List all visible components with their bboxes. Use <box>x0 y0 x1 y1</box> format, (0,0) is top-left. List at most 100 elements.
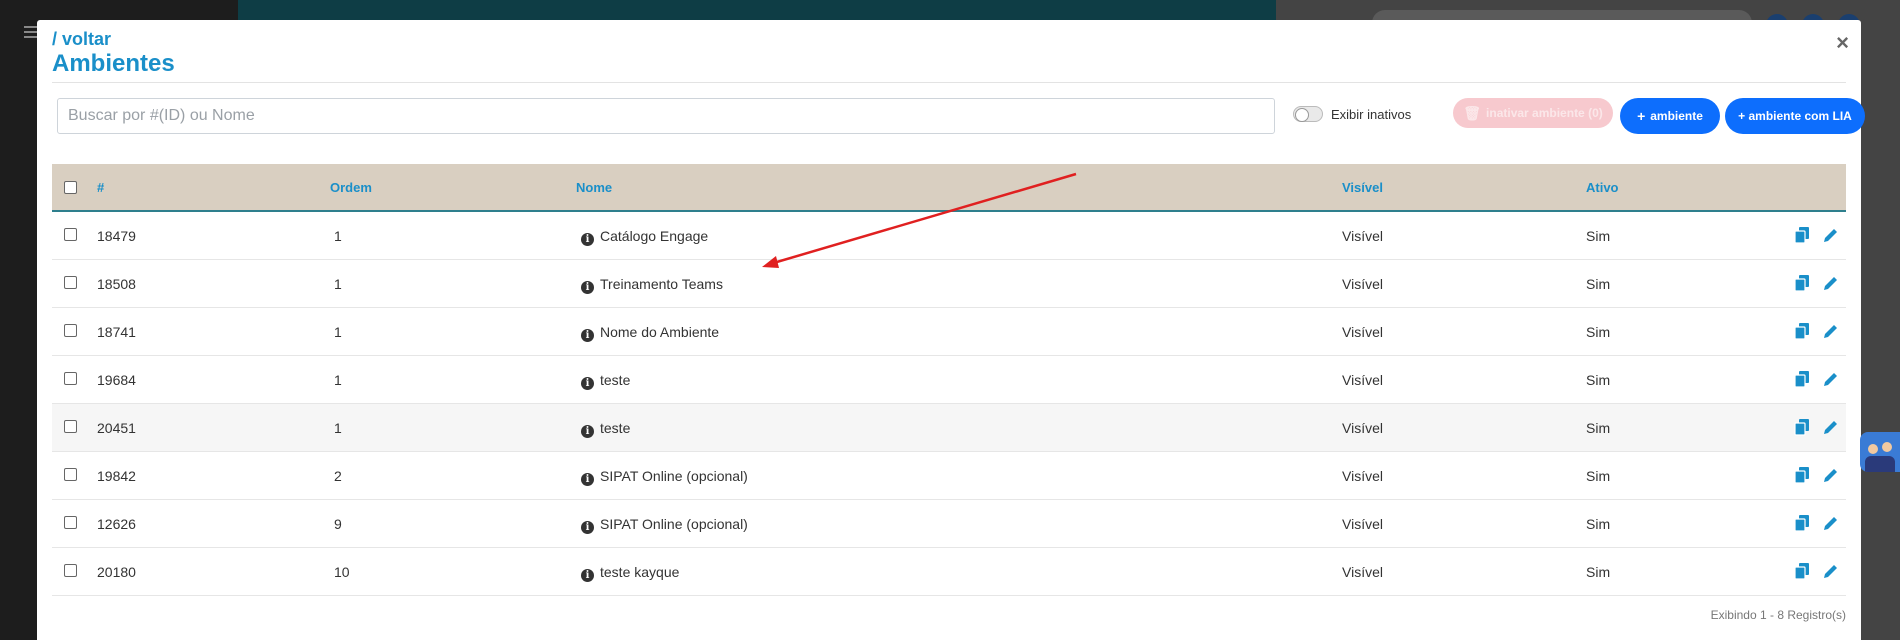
add-environment-button[interactable]: + ambiente <box>1620 98 1720 134</box>
info-icon[interactable]: i <box>581 329 594 342</box>
edit-icon[interactable] <box>1822 226 1838 244</box>
header-divider <box>52 82 1846 83</box>
cell-name: i Nome do Ambiente <box>581 323 719 342</box>
edit-icon[interactable] <box>1822 418 1838 436</box>
row-checkbox[interactable] <box>64 468 77 481</box>
info-icon[interactable]: i <box>581 377 594 390</box>
cell-name-text: Nome do Ambiente <box>600 324 720 340</box>
cell-active: Sim <box>1586 276 1611 292</box>
cell-visible: Visível <box>1342 372 1383 388</box>
info-icon[interactable]: i <box>581 569 594 582</box>
trash-icon: 🗑 <box>1463 104 1482 121</box>
row-checkbox[interactable] <box>64 228 77 241</box>
edit-icon[interactable] <box>1822 322 1838 340</box>
edit-icon[interactable] <box>1822 274 1838 292</box>
cell-id: 19684 <box>97 372 136 388</box>
cell-name: i Treinamento Teams <box>581 275 723 294</box>
info-icon[interactable]: i <box>581 473 594 486</box>
add-environment-label: ambiente <box>1650 109 1703 123</box>
row-checkbox[interactable] <box>64 564 77 577</box>
row-checkbox[interactable] <box>64 276 77 289</box>
page-title: Ambientes <box>52 50 175 77</box>
cell-active: Sim <box>1586 564 1611 580</box>
cell-name: i teste <box>581 371 630 390</box>
table-row: 12626 9 i SIPAT Online (opcional) Visível Sim <box>52 500 1846 548</box>
copy-icon[interactable] <box>1794 466 1810 484</box>
table-body: 18479 1 i Catálogo Engage Visível Sim 18508 1 i T… <box>52 212 1846 548</box>
search-input[interactable] <box>57 98 1275 134</box>
cell-visible: Visível <box>1342 564 1383 580</box>
show-inactive-toggle[interactable] <box>1293 106 1323 122</box>
cell-visible: Visível <box>1342 420 1383 436</box>
copy-icon[interactable] <box>1794 370 1810 388</box>
close-icon[interactable]: × <box>1836 32 1849 54</box>
col-header-name[interactable]: Nome <box>576 180 612 195</box>
plus-icon: + <box>1637 108 1646 124</box>
edit-icon[interactable] <box>1822 562 1838 580</box>
cell-visible: Visível <box>1342 228 1383 244</box>
col-header-visible[interactable]: Visível <box>1342 180 1383 195</box>
copy-icon[interactable] <box>1794 322 1810 340</box>
cell-id: 12626 <box>97 516 136 532</box>
cell-name: i Catálogo Engage <box>581 227 708 246</box>
inactivate-environment-label: inativar ambiente (0) <box>1486 106 1603 120</box>
back-link[interactable]: / voltar <box>52 28 175 50</box>
environments-modal: / voltar Ambientes × Exibir inativos 🗑 i… <box>37 20 1865 640</box>
cell-order: 10 <box>334 564 350 580</box>
edit-icon[interactable] <box>1822 370 1838 388</box>
cell-visible: Visível <box>1342 516 1383 532</box>
edit-icon[interactable] <box>1822 514 1838 532</box>
cell-id: 19842 <box>97 468 136 484</box>
cell-order: 9 <box>334 516 342 532</box>
toolbar: Exibir inativos 🗑 inativar ambiente (0) … <box>57 98 1865 134</box>
info-icon[interactable]: i <box>581 281 594 294</box>
cell-active: Sim <box>1586 420 1611 436</box>
cell-id: 18479 <box>97 228 136 244</box>
copy-icon[interactable] <box>1794 562 1810 580</box>
copy-icon[interactable] <box>1794 514 1810 532</box>
copy-icon[interactable] <box>1794 418 1810 436</box>
background-banner <box>238 0 1276 22</box>
edit-icon[interactable] <box>1822 466 1838 484</box>
assistant-avatar[interactable] <box>1860 432 1900 472</box>
cell-name: i SIPAT Online (opcional) <box>581 467 748 486</box>
add-environment-lia-button[interactable]: + ambiente com LIA <box>1725 98 1865 134</box>
cell-visible: Visível <box>1342 276 1383 292</box>
table-row: 18508 1 i Treinamento Teams Visível Sim <box>52 260 1846 308</box>
row-checkbox[interactable] <box>64 420 77 433</box>
menu-icon <box>24 26 38 38</box>
info-icon[interactable]: i <box>581 425 594 438</box>
inactivate-environment-button[interactable]: 🗑 inativar ambiente (0) <box>1453 98 1613 128</box>
cell-active: Sim <box>1586 228 1611 244</box>
cell-active: Sim <box>1586 468 1611 484</box>
col-header-id[interactable]: # <box>97 180 104 195</box>
cell-order: 1 <box>334 420 342 436</box>
cell-active: Sim <box>1586 516 1611 532</box>
select-all-checkbox[interactable] <box>64 181 77 194</box>
cell-visible: Visível <box>1342 468 1383 484</box>
cell-order: 1 <box>334 276 342 292</box>
cell-active: Sim <box>1586 324 1611 340</box>
modal-header: / voltar Ambientes <box>52 28 175 78</box>
add-environment-lia-label: + ambiente com LIA <box>1738 109 1852 123</box>
row-checkbox[interactable] <box>64 372 77 385</box>
cell-name-text: Catálogo Engage <box>600 228 709 244</box>
copy-icon[interactable] <box>1794 274 1810 292</box>
records-count: Exibindo 1 - 8 Registro(s) <box>1710 608 1846 622</box>
info-icon[interactable]: i <box>581 233 594 246</box>
cell-active: Sim <box>1586 372 1611 388</box>
col-header-active[interactable]: Ativo <box>1586 180 1619 195</box>
cell-order: 1 <box>334 372 342 388</box>
cell-id: 20451 <box>97 420 136 436</box>
cell-name-text: SIPAT Online (opcional) <box>600 516 748 532</box>
cell-id: 18741 <box>97 324 136 340</box>
row-checkbox[interactable] <box>64 516 77 529</box>
environments-table: # Ordem Nome Visível Ativo 18479 1 i Catálo… <box>52 164 1846 596</box>
table-row: 19684 1 i teste Visível Sim <box>52 356 1846 404</box>
col-header-order[interactable]: Ordem <box>330 180 372 195</box>
cell-name: i teste kayque <box>581 563 679 582</box>
row-checkbox[interactable] <box>64 324 77 337</box>
cell-name-text: teste <box>600 372 631 388</box>
info-icon[interactable]: i <box>581 521 594 534</box>
copy-icon[interactable] <box>1794 226 1810 244</box>
